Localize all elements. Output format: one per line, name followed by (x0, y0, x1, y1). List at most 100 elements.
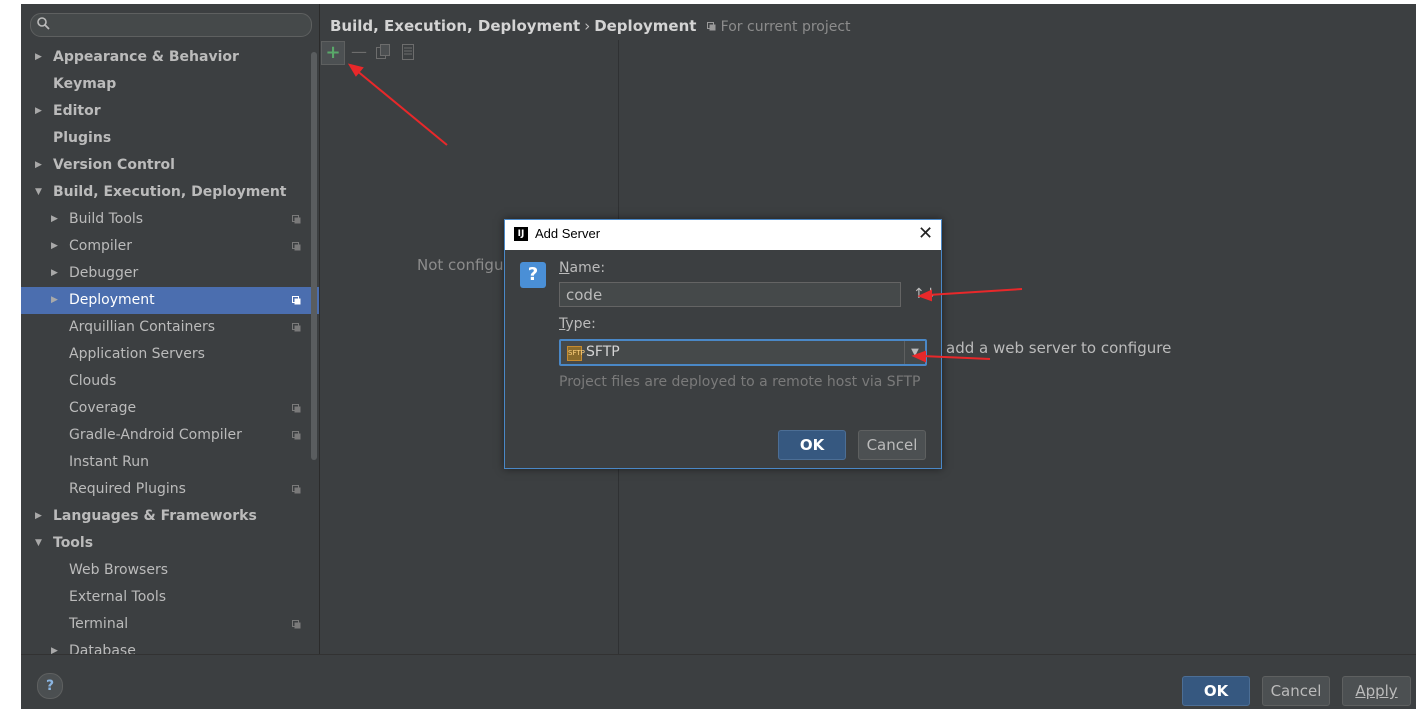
sidebar-item-editor[interactable]: ▶ Editor (21, 98, 319, 125)
search-field[interactable] (30, 13, 312, 37)
copy-icon (376, 44, 390, 59)
footer-bar: ? OK Cancel Apply (21, 654, 1416, 709)
chevron-down-icon[interactable]: ▼ (904, 341, 925, 364)
search-icon (37, 17, 50, 30)
project-scope-icon (292, 431, 301, 440)
add-server-button[interactable]: + (321, 41, 345, 65)
sidebar-item-compiler[interactable]: ▶ Compiler (21, 233, 319, 260)
sidebar-item-instant-run[interactable]: Instant Run (21, 449, 319, 476)
sidebar-item-database[interactable]: ▶ Database (21, 638, 319, 654)
chevron-right-icon[interactable]: ▶ (51, 638, 61, 654)
project-scope-icon (292, 242, 301, 251)
sidebar-item-gradle-android-compiler[interactable]: Gradle-Android Compiler (21, 422, 319, 449)
sidebar-item-label: Version Control (53, 157, 175, 173)
ok-button[interactable]: OK (1182, 676, 1250, 706)
sidebar-item-label: Required Plugins (69, 481, 186, 497)
chevron-down-icon[interactable]: ▼ (35, 179, 45, 206)
set-default-button[interactable] (397, 41, 419, 63)
project-scope-icon (292, 323, 301, 332)
breadcrumb-section: Build, Execution, Deployment (330, 17, 581, 35)
question-icon: ? (520, 262, 546, 288)
chevron-right-icon[interactable]: ▶ (35, 503, 45, 530)
project-scope-icon (707, 22, 716, 31)
sidebar-item-label: Coverage (69, 400, 137, 416)
sidebar-item-web-browsers[interactable]: Web Browsers (21, 557, 319, 584)
sidebar-item-required-plugins[interactable]: Required Plugins (21, 476, 319, 503)
type-label: Type: (559, 316, 596, 332)
left-margin (0, 0, 21, 709)
name-label-text: ame: (569, 260, 606, 276)
project-scope-icon (292, 296, 301, 305)
sidebar-item-label: Editor (53, 103, 101, 119)
sidebar-item-terminal[interactable]: Terminal (21, 611, 319, 638)
sidebar-item-version-control[interactable]: ▶ Version Control (21, 152, 319, 179)
sidebar-item-appearance-behavior[interactable]: ▶ Appearance & Behavior (21, 44, 319, 71)
sidebar-item-external-tools[interactable]: External Tools (21, 584, 319, 611)
sidebar-item-label: Plugins (53, 130, 112, 146)
deployment-toolbar: + — (320, 41, 620, 65)
sidebar-item-keymap[interactable]: Keymap (21, 71, 319, 98)
copy-server-button[interactable] (372, 41, 394, 63)
sidebar-item-arquillian-containers[interactable]: Arquillian Containers (21, 314, 319, 341)
sidebar-item-clouds[interactable]: Clouds (21, 368, 319, 395)
scope-text: For current project (720, 19, 851, 35)
type-description: Project files are deployed to a remote h… (559, 374, 921, 390)
settings-sidebar: ▶ Appearance & Behavior Keymap ▶ Editor Plugi… (21, 4, 320, 654)
sidebar-item-label: Deployment (69, 292, 155, 308)
sidebar-scrollbar[interactable] (311, 52, 317, 460)
help-button[interactable]: ? (37, 673, 63, 699)
sidebar-item-tools[interactable]: ▼ Tools (21, 530, 319, 557)
sidebar-item-languages-frameworks[interactable]: ▶ Languages & Frameworks (21, 503, 319, 530)
sidebar-item-label: Web Browsers (69, 562, 168, 578)
apply-button[interactable]: Apply (1342, 676, 1411, 706)
project-scope-icon (292, 404, 301, 413)
sort-icon[interactable]: ↑↓ (913, 286, 936, 302)
chevron-right-icon[interactable]: ▶ (35, 98, 45, 125)
sidebar-item-build-execution-deployment[interactable]: ▼ Build, Execution, Deployment (21, 179, 319, 206)
dialog-cancel-button[interactable]: Cancel (858, 430, 926, 460)
project-scope-icon (292, 215, 301, 224)
chevron-right-icon[interactable]: ▶ (51, 287, 61, 314)
not-configured-text: Not configur (417, 256, 510, 274)
sidebar-item-application-servers[interactable]: Application Servers (21, 341, 319, 368)
add-server-dialog: IJ Add Server ✕ ? Name: code ↑↓ Type: SF… (504, 219, 942, 469)
default-icon (402, 44, 414, 60)
name-field[interactable]: code (559, 282, 901, 307)
intellij-app-icon: IJ (514, 227, 528, 241)
sidebar-item-label: Keymap (53, 76, 117, 92)
type-select[interactable]: SFTP SFTP ▼ (559, 339, 927, 366)
sidebar-item-debugger[interactable]: ▶ Debugger (21, 260, 319, 287)
scope-label: For current project (701, 19, 851, 35)
chevron-right-icon[interactable]: ▶ (51, 206, 61, 233)
sidebar-item-label: Gradle-Android Compiler (69, 427, 242, 443)
chevron-right-icon[interactable]: ▶ (35, 152, 45, 179)
sidebar-item-plugins[interactable]: Plugins (21, 125, 319, 152)
cancel-button[interactable]: Cancel (1262, 676, 1330, 706)
sidebar-item-label: Appearance & Behavior (53, 49, 239, 65)
sidebar-item-label: Compiler (69, 238, 133, 254)
add-server-hint: add a web server to configure (946, 339, 1172, 357)
chevron-right-icon[interactable]: ▶ (51, 260, 61, 287)
name-label: Name: (559, 260, 605, 276)
sidebar-item-label: Instant Run (69, 454, 150, 470)
project-scope-icon (292, 620, 301, 629)
sidebar-item-label: Clouds (69, 373, 117, 389)
dialog-title: Add Server (535, 226, 601, 241)
sidebar-item-label: Build Tools (69, 211, 144, 227)
chevron-right-icon[interactable]: ▶ (51, 233, 61, 260)
chevron-right-icon[interactable]: ▶ (35, 44, 45, 71)
sidebar-item-label: Tools (53, 535, 94, 551)
remove-server-button[interactable]: — (348, 41, 370, 63)
breadcrumb: Build, Execution, Deployment › Deployment … (330, 17, 851, 35)
dialog-ok-button[interactable]: OK (778, 430, 846, 460)
sidebar-item-label: Debugger (69, 265, 139, 281)
sidebar-item-label: Application Servers (69, 346, 205, 362)
sidebar-item-deployment[interactable]: ▶ Deployment (21, 287, 319, 314)
chevron-down-icon[interactable]: ▼ (35, 530, 45, 557)
sidebar-item-label: Languages & Frameworks (53, 508, 257, 524)
breadcrumb-page: Deployment (594, 17, 697, 35)
sidebar-item-coverage[interactable]: Coverage (21, 395, 319, 422)
sidebar-item-build-tools[interactable]: ▶ Build Tools (21, 206, 319, 233)
settings-tree: ▶ Appearance & Behavior Keymap ▶ Editor Plugi… (21, 44, 319, 654)
close-icon[interactable]: ✕ (918, 223, 933, 244)
